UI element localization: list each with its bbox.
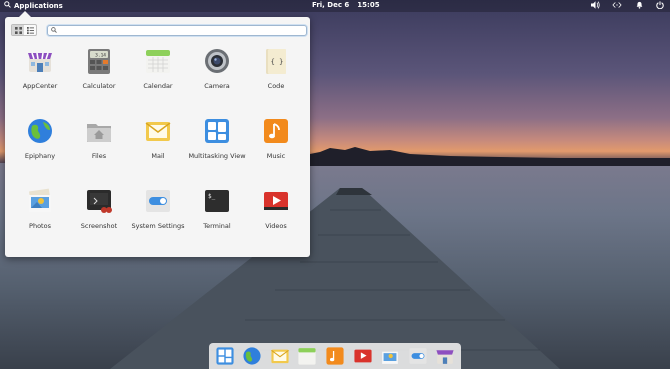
dock-videos-icon[interactable] (352, 345, 374, 367)
svg-text:3.14: 3.14 (95, 53, 106, 59)
app-music[interactable]: Music (246, 117, 306, 160)
calculator-icon: 3.14 (85, 47, 113, 75)
search-icon (4, 1, 11, 10)
app-terminal[interactable]: $_ Terminal (187, 187, 247, 230)
dock-photos-icon[interactable] (379, 345, 401, 367)
svg-text:{ }: { } (271, 58, 284, 66)
volume-icon[interactable] (591, 1, 600, 11)
app-mail[interactable]: Mail (128, 117, 188, 160)
app-label: Calendar (143, 82, 173, 90)
app-label: Epiphany (24, 152, 56, 160)
applications-menu-button[interactable]: Applications (4, 1, 63, 10)
grid-view-icon[interactable] (12, 25, 24, 35)
svg-text:$_: $_ (208, 193, 216, 200)
mail-icon (144, 117, 172, 145)
app-system-settings[interactable]: System Settings (128, 187, 188, 230)
time-label: 15:05 (357, 1, 380, 9)
app-calendar[interactable]: Calendar (128, 47, 188, 90)
date-label: Fri, Dec 6 (312, 1, 350, 9)
files-icon (85, 117, 113, 145)
epiphany-icon (26, 117, 54, 145)
category-view-icon[interactable] (24, 25, 36, 35)
videos-icon (262, 187, 290, 215)
applications-label: Applications (14, 1, 63, 10)
app-label: Mail (151, 152, 165, 160)
app-label: Videos (265, 222, 287, 230)
dock-epiphany-icon[interactable] (241, 345, 263, 367)
screenshot-icon (85, 187, 113, 215)
app-appcenter[interactable]: AppCenter (10, 47, 70, 90)
appcenter-icon (26, 47, 54, 75)
date-time-indicator[interactable]: Fri, Dec 6 15:05 (312, 1, 380, 9)
settings-icon (144, 187, 172, 215)
dock-appcenter-icon[interactable] (434, 345, 456, 367)
search-field[interactable] (47, 25, 307, 36)
dock-music-icon[interactable] (324, 345, 346, 367)
app-calculator[interactable]: 3.14 Calculator (69, 47, 129, 90)
photos-icon (26, 187, 54, 215)
app-label: Camera (204, 82, 230, 90)
app-screenshot[interactable]: Screenshot (69, 187, 129, 230)
applications-launcher: AppCenter 3.14 Calculator Calendar Camer… (5, 11, 310, 257)
app-label: Multitasking View (188, 152, 246, 160)
dock-calendar-icon[interactable] (296, 345, 318, 367)
top-panel: Applications Fri, Dec 6 15:05 (0, 0, 670, 12)
camera-icon (203, 47, 231, 75)
app-label: Code (267, 82, 285, 90)
app-label: Photos (29, 222, 51, 230)
search-input[interactable] (57, 26, 290, 35)
music-icon (262, 117, 290, 145)
app-photos[interactable]: Photos (10, 187, 70, 230)
app-multitasking-view[interactable]: Multitasking View (187, 117, 247, 160)
app-label: Screenshot (80, 222, 118, 230)
app-label: Files (91, 152, 107, 160)
app-label: Calculator (82, 82, 116, 90)
dock-settings-icon[interactable] (407, 345, 429, 367)
power-icon[interactable] (656, 1, 664, 11)
calendar-icon (144, 47, 172, 75)
app-epiphany[interactable]: Epiphany (10, 117, 70, 160)
dock-multitasking-icon[interactable] (214, 345, 236, 367)
multitasking-icon (203, 117, 231, 145)
app-label: System Settings (131, 222, 185, 230)
app-camera[interactable]: Camera (187, 47, 247, 90)
view-mode-switcher (11, 24, 37, 36)
app-label: Music (266, 152, 286, 160)
code-icon: { } (262, 47, 290, 75)
app-files[interactable]: Files (69, 117, 129, 160)
terminal-icon: $_ (203, 187, 231, 215)
app-videos[interactable]: Videos (246, 187, 306, 230)
dock-mail-icon[interactable] (269, 345, 291, 367)
app-label: AppCenter (22, 82, 58, 90)
dock (209, 343, 461, 369)
notifications-icon[interactable] (636, 1, 643, 11)
app-code[interactable]: { } Code (246, 47, 306, 90)
network-icon[interactable] (612, 1, 622, 11)
app-label: Terminal (203, 222, 231, 230)
